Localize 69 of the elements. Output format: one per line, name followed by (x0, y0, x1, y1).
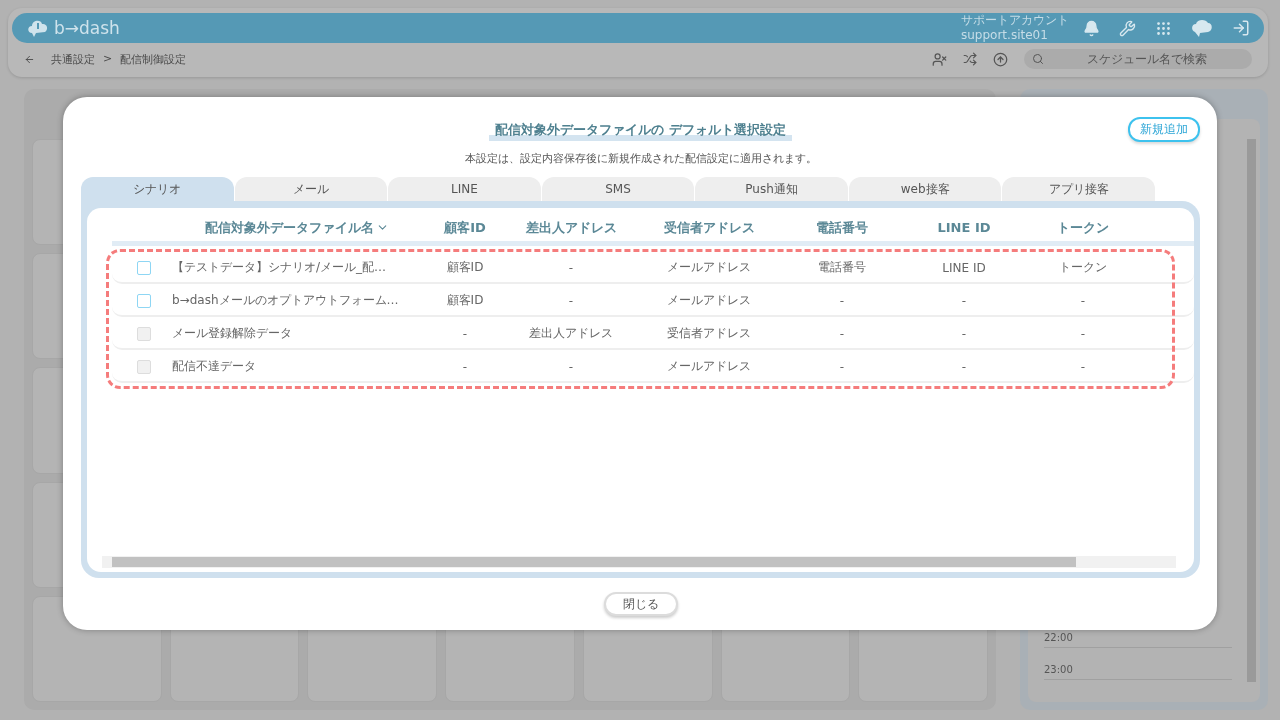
account-id: support.site01 (961, 28, 1049, 43)
tab[interactable]: web接客 (848, 177, 1002, 201)
table-cell-text: メールアドレス (666, 292, 752, 309)
close-button[interactable]: 閉じる (603, 592, 678, 616)
table-cell-text: メール登録解除データ (172, 325, 293, 342)
table-cell-text: LINE ID (941, 260, 987, 275)
tab[interactable]: LINE (388, 177, 541, 201)
column-header[interactable]: 配信対象外データファイル名 (172, 218, 422, 237)
table-cell-text: - (461, 359, 469, 374)
chatbot-icon[interactable] (1191, 18, 1213, 38)
column-header[interactable]: 差出人アドレス (508, 218, 634, 237)
column-header[interactable]: トークン (1028, 218, 1138, 237)
table-cell-text: - (567, 260, 575, 275)
add-button[interactable]: 新規追加 (1128, 117, 1200, 142)
tab[interactable]: SMS (541, 177, 695, 201)
table-cell-text: - (960, 326, 968, 341)
row-checkbox[interactable] (137, 260, 151, 275)
column-header[interactable]: 受信者アドレス (634, 218, 784, 237)
table-cell-text: - (567, 359, 575, 374)
table-cell-text: 受信者アドレス (666, 325, 752, 342)
table-cell-text: - (1079, 359, 1087, 374)
tab[interactable]: シナリオ (81, 177, 234, 201)
table-cell-text: メールアドレス (666, 358, 752, 375)
shuffle-icon[interactable] (963, 52, 977, 66)
tab[interactable]: アプリ接客 (1002, 177, 1156, 201)
search-icon (1032, 53, 1044, 65)
column-header[interactable]: LINE ID (900, 220, 1028, 235)
table-cell-text: トークン (1058, 259, 1108, 276)
table-cell-text: 配信不達データ (172, 358, 257, 375)
user-off-icon[interactable] (932, 51, 947, 67)
logout-icon[interactable] (1232, 19, 1250, 37)
row-checkbox[interactable] (137, 293, 151, 308)
time-label: 23:00 (1044, 664, 1232, 680)
table-cell-text: 顧客ID (445, 292, 485, 309)
tab[interactable]: メール (234, 177, 388, 201)
wrench-icon[interactable] (1119, 19, 1136, 37)
table-cell-text: - (838, 326, 846, 341)
scrollbar[interactable] (1247, 139, 1256, 682)
table-cell-text: 差出人アドレス (528, 325, 614, 342)
breadcrumb-current: 配信制御設定 (120, 51, 187, 67)
breadcrumb-link[interactable]: 共通設定 (51, 51, 95, 67)
upload-icon[interactable] (993, 51, 1008, 67)
column-header[interactable]: 顧客ID (422, 218, 508, 237)
table-cell-text: - (567, 293, 575, 308)
tab[interactable]: Push通知 (695, 177, 848, 201)
logo-text: b→dash (54, 18, 120, 38)
modal-subtitle: 本設定は、設定内容保存後に新規作成された配信設定に適用されます。 (464, 151, 817, 166)
table-cell-text: - (1079, 293, 1087, 308)
bell-icon[interactable] (1083, 19, 1100, 37)
modal-title: 配信対象外データファイルの デフォルト選択設定 (489, 121, 792, 141)
table-cell-text: - (838, 359, 846, 374)
breadcrumb-separator: > (103, 51, 113, 67)
table-cell-text: b→dashメールのオプトアウトフォーム… (172, 292, 400, 309)
table-cell-text: 【テストデータ】シナリオ/メール_配… (172, 259, 388, 276)
table-cell-text: - (960, 359, 968, 374)
table-cell-text: - (960, 293, 968, 308)
search-field[interactable]: スケジュール名で検索 (1024, 49, 1252, 69)
table-cell-text: - (1079, 326, 1087, 341)
grid-icon[interactable] (1155, 19, 1172, 37)
column-header[interactable]: 電話番号 (784, 218, 900, 237)
table-cell-text: - (838, 293, 846, 308)
table-cell-text: 電話番号 (817, 259, 867, 276)
back-icon[interactable] (24, 53, 35, 65)
time-label: 22:00 (1044, 632, 1232, 648)
table-cell-text: メールアドレス (666, 259, 752, 276)
horizontal-scrollbar[interactable] (102, 556, 1176, 568)
account-name: サポートアカウント (961, 13, 1069, 28)
table-cell-text: 顧客ID (445, 259, 485, 276)
table-cell-text: - (461, 326, 469, 341)
